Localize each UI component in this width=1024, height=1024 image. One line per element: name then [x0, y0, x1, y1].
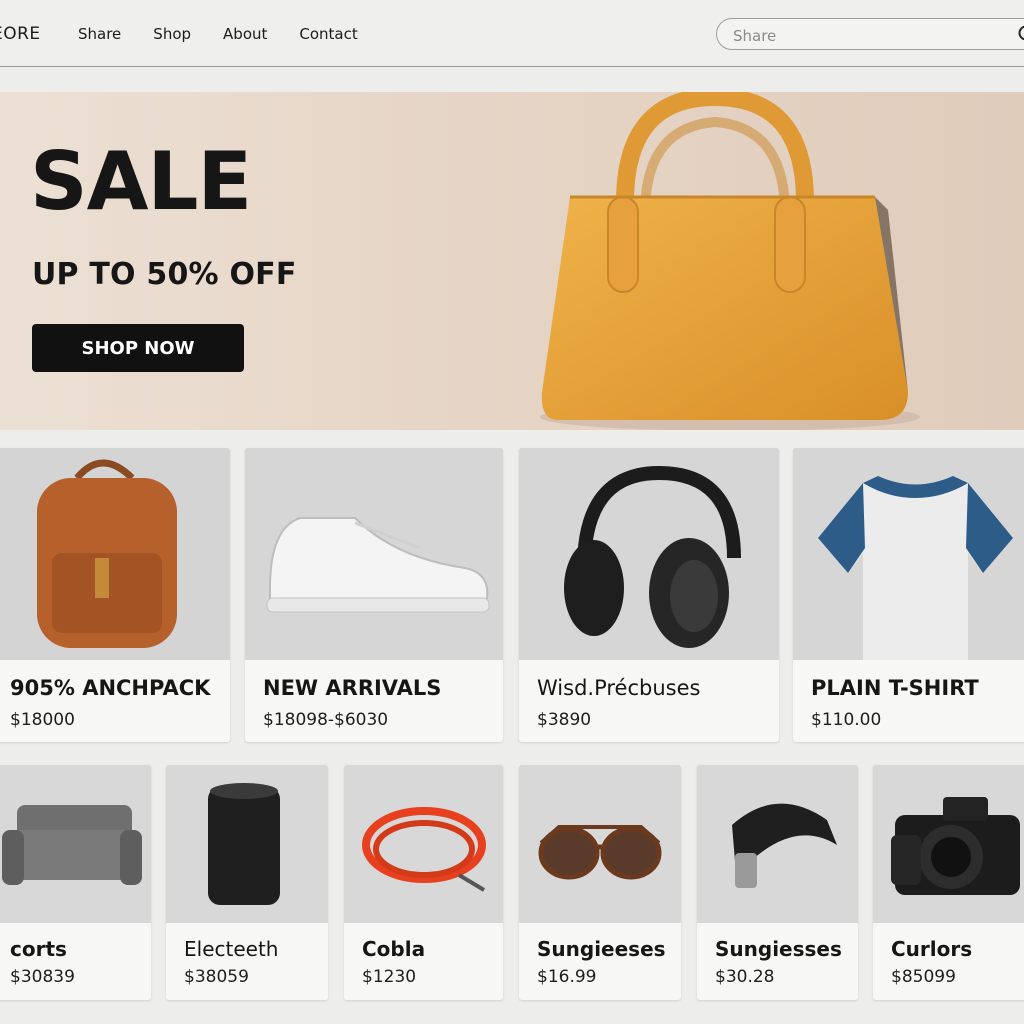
product-card[interactable]: corts $30839: [0, 765, 151, 1000]
product-card[interactable]: Electeeth $38059: [166, 765, 328, 1000]
product-name: Sungiesses: [715, 937, 842, 961]
shop-now-button[interactable]: SHOP NOW: [32, 324, 244, 372]
product-name: corts: [10, 937, 67, 961]
site-logo[interactable]: EORE: [0, 24, 41, 44]
product-price: $1230: [362, 967, 417, 987]
hero-banner: SALE UP TO 50% OFF SHOP NOW: [0, 92, 1024, 430]
speaker-icon: [166, 765, 328, 923]
product-name: Cobla: [362, 937, 426, 961]
headphones-icon: [519, 448, 779, 660]
product-name: Sungieeses: [537, 937, 666, 961]
product-card[interactable]: 905% ANCHPACK $18000: [0, 448, 230, 742]
tshirt-icon: [793, 448, 1024, 660]
product-card[interactable]: Sungieeses $16.99: [519, 765, 681, 1000]
product-name: NEW ARRIVALS: [263, 676, 442, 700]
nav-link-about[interactable]: About: [223, 25, 267, 43]
product-name: Curlors: [891, 937, 973, 961]
backpack-icon: [0, 448, 230, 660]
product-card[interactable]: NEW ARRIVALS $18098-$6030: [245, 448, 503, 742]
product-price: $85099: [891, 967, 956, 987]
sofa-icon: [0, 765, 151, 923]
hero-subtitle: UP TO 50% OFF: [32, 257, 297, 292]
product-price: $30839: [10, 967, 75, 987]
product-name: Wisd.Précbuses: [537, 676, 701, 700]
sunglasses-icon: [519, 765, 681, 923]
main-nav: Share Shop About Contact: [78, 25, 390, 43]
camera-icon: [873, 765, 1024, 923]
product-card[interactable]: Curlors $85099: [873, 765, 1024, 1000]
search-bar: [716, 18, 1024, 50]
product-price: $18000: [10, 710, 75, 730]
product-price: $18098-$6030: [263, 710, 389, 730]
nav-link-contact[interactable]: Contact: [299, 25, 357, 43]
product-card[interactable]: Sungiesses $30.28: [697, 765, 858, 1000]
product-price: $16.99: [537, 967, 597, 987]
product-price: $30.28: [715, 967, 775, 987]
hero-title: SALE: [30, 135, 252, 228]
cable-icon: [344, 765, 503, 923]
search-input[interactable]: [731, 25, 1005, 47]
product-price: $110.00: [811, 710, 882, 730]
product-price: $3890: [537, 710, 592, 730]
product-price: $38059: [184, 967, 249, 987]
nav-link-shop[interactable]: Shop: [153, 25, 191, 43]
watch-icon: [697, 765, 858, 923]
product-card[interactable]: Wisd.Précbuses $3890: [519, 448, 779, 742]
sneaker-icon: [245, 448, 503, 660]
handbag-image[interactable]: [530, 92, 920, 430]
site-header: EORE Share Shop About Contact: [0, 0, 1024, 67]
product-card[interactable]: Cobla $1230: [344, 765, 503, 1000]
nav-link-share[interactable]: Share: [78, 25, 121, 43]
product-card[interactable]: PLAIN T-SHIRT $110.00: [793, 448, 1024, 742]
product-name: 905% ANCHPACK: [10, 676, 211, 700]
product-name: PLAIN T-SHIRT: [811, 676, 979, 700]
search-icon[interactable]: [1017, 24, 1024, 46]
product-name: Electeeth: [184, 937, 279, 961]
